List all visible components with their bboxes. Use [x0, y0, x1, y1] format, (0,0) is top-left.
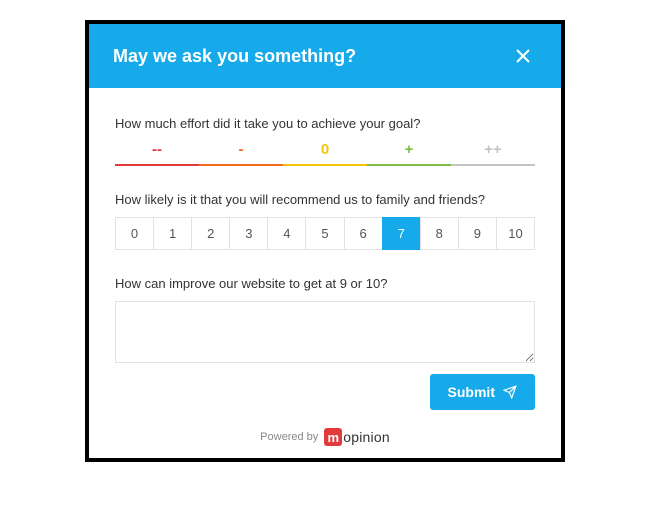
question-effort: How much effort did it take you to achie…: [115, 116, 535, 166]
effort-option-label: +: [405, 141, 414, 158]
effort-option[interactable]: --: [115, 141, 199, 166]
freeform-label: How can improve our website to get at 9 …: [115, 276, 535, 291]
modal-body: How much effort did it take you to achie…: [89, 88, 561, 374]
question-nps: How likely is it that you will recommend…: [115, 192, 535, 250]
effort-option[interactable]: -: [199, 141, 283, 166]
nps-scale: 012345678910: [115, 217, 535, 250]
nps-label: How likely is it that you will recommend…: [115, 192, 535, 207]
effort-option-label: -: [239, 141, 244, 158]
close-icon: [515, 48, 531, 64]
nps-option[interactable]: 2: [191, 217, 230, 250]
nps-option[interactable]: 9: [458, 217, 497, 250]
nps-option[interactable]: 7: [382, 217, 421, 250]
powered-by-text: Powered by: [260, 431, 318, 443]
effort-option[interactable]: ++: [451, 141, 535, 166]
effort-scale: ---0+++: [115, 141, 535, 166]
submit-label: Submit: [448, 384, 495, 400]
nps-option[interactable]: 4: [267, 217, 306, 250]
submit-button[interactable]: Submit: [430, 374, 535, 410]
paper-plane-icon: [503, 385, 517, 399]
brand-logo-text: opinion: [343, 429, 390, 445]
brand-logo-m: m: [324, 428, 342, 446]
effort-option-label: 0: [321, 141, 329, 158]
brand-logo[interactable]: m opinion: [324, 428, 390, 446]
effort-option-label: --: [152, 141, 162, 158]
effort-label: How much effort did it take you to achie…: [115, 116, 535, 131]
effort-option[interactable]: +: [367, 141, 451, 166]
question-freeform: How can improve our website to get at 9 …: [115, 276, 535, 368]
close-button[interactable]: [509, 42, 537, 70]
modal-header: May we ask you something?: [89, 24, 561, 88]
nps-option[interactable]: 0: [115, 217, 154, 250]
nps-option[interactable]: 6: [344, 217, 383, 250]
effort-option-label: ++: [484, 141, 502, 158]
nps-option[interactable]: 8: [420, 217, 459, 250]
nps-option[interactable]: 1: [153, 217, 192, 250]
modal-footer: Submit: [89, 374, 561, 424]
nps-option[interactable]: 10: [496, 217, 535, 250]
modal-title: May we ask you something?: [113, 46, 356, 67]
effort-option[interactable]: 0: [283, 141, 367, 166]
powered-by: Powered by m opinion: [89, 424, 561, 458]
nps-option[interactable]: 3: [229, 217, 268, 250]
feedback-modal: May we ask you something? How much effor…: [85, 20, 565, 462]
nps-option[interactable]: 5: [305, 217, 344, 250]
freeform-input[interactable]: [115, 301, 535, 363]
